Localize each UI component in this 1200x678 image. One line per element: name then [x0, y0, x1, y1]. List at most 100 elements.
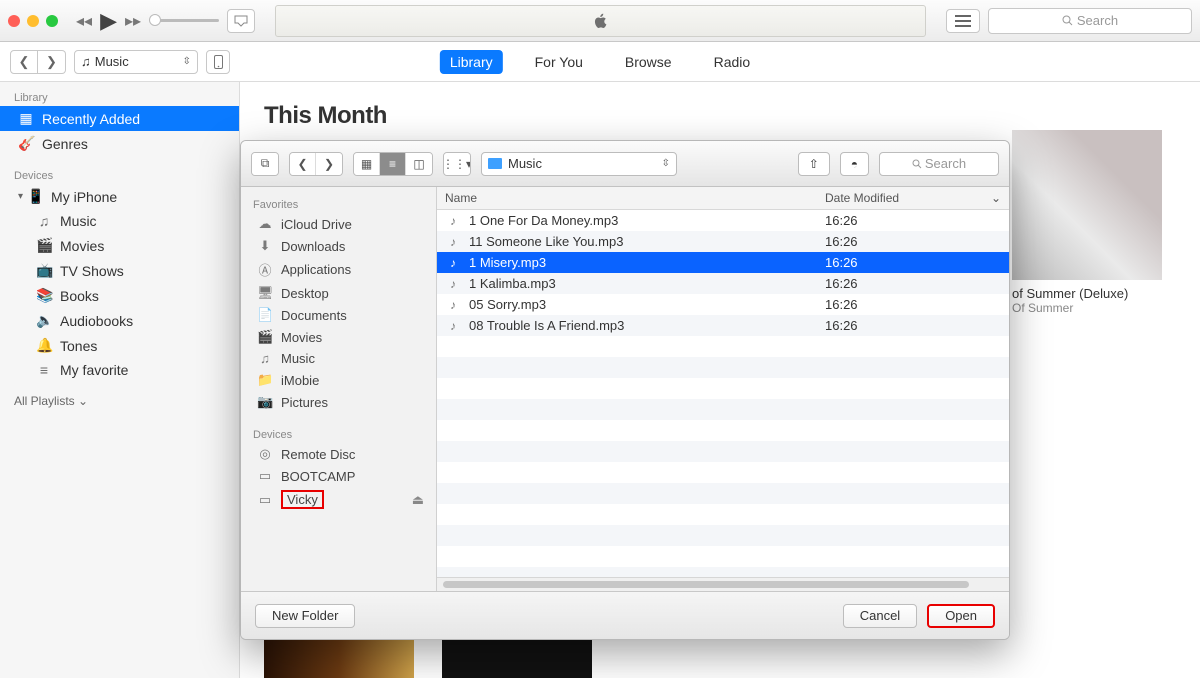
- path-dropdown[interactable]: Music ⇳: [481, 152, 677, 176]
- tab-library[interactable]: Library: [440, 50, 503, 74]
- grid-icon: ▦: [18, 110, 34, 127]
- file-row[interactable]: ♪1 One For Da Money.mp316:26: [437, 210, 1009, 231]
- next-track-icon[interactable]: ▸▸: [125, 11, 141, 31]
- back-button[interactable]: ❮: [10, 50, 38, 74]
- icon-view-button[interactable]: ▦: [354, 153, 380, 175]
- album-thumb[interactable]: [264, 638, 414, 678]
- tab-radio[interactable]: Radio: [704, 50, 761, 74]
- column-view-button[interactable]: ◫: [406, 153, 432, 175]
- history-forward-button[interactable]: ❯: [316, 153, 342, 175]
- column-name[interactable]: Name: [437, 187, 817, 209]
- film-icon: 🎬: [257, 329, 273, 345]
- tags-button[interactable]: ◓: [840, 152, 869, 176]
- file-row[interactable]: ♪05 Sorry.mp316:26: [437, 294, 1009, 315]
- history-back-button[interactable]: ❮: [290, 153, 316, 175]
- sidebar-item-audiobooks[interactable]: 🔈 Audiobooks: [0, 308, 239, 333]
- new-folder-button[interactable]: New Folder: [255, 604, 355, 628]
- device-button[interactable]: [206, 50, 230, 74]
- file-row[interactable]: ♪08 Trouble Is A Friend.mp316:26: [437, 315, 1009, 336]
- chevron-down-icon[interactable]: ⌄: [991, 191, 1001, 205]
- fav-documents[interactable]: 📄Documents: [241, 304, 436, 326]
- sidebar-item-tones[interactable]: 🔔Tones: [0, 333, 239, 358]
- album-thumb[interactable]: [442, 638, 592, 678]
- fav-imobie[interactable]: 📁iMobie: [241, 369, 436, 391]
- book-icon: 📚: [36, 287, 52, 304]
- file-row[interactable]: ♪1 Misery.mp316:26: [437, 252, 1009, 273]
- fav-pictures[interactable]: 📷Pictures: [241, 391, 436, 413]
- audiobook-icon: 🔈: [36, 312, 52, 329]
- file-date: 16:26: [817, 276, 858, 291]
- dev-vicky[interactable]: ▭Vicky⏏: [241, 487, 436, 512]
- file-row[interactable]: ♪1 Kalimba.mp316:26: [437, 273, 1009, 294]
- prev-track-icon[interactable]: ◂◂: [76, 11, 92, 31]
- volume-slider[interactable]: [149, 19, 219, 22]
- fav-icloud-drive[interactable]: ☁iCloud Drive: [241, 213, 436, 235]
- file-name: 1 Misery.mp3: [469, 255, 817, 270]
- fav-music[interactable]: ♫Music: [241, 348, 436, 369]
- sidebar-item-my-favorite[interactable]: ≡My favorite: [0, 358, 239, 382]
- file-row[interactable]: ♪11 Someone Like You.mp316:26: [437, 231, 1009, 252]
- disc-icon: ◎: [257, 446, 273, 462]
- file-icon: ♪: [443, 298, 463, 312]
- close-window-icon[interactable]: [8, 15, 20, 27]
- airplay-button[interactable]: [227, 9, 255, 33]
- desktop-icon: 🖥: [257, 285, 273, 301]
- navigation-bar: ❮ ❯ ♫ Music ⇳ Library For You Browse Rad…: [0, 42, 1200, 82]
- sidebar-toggle[interactable]: ⧉: [251, 152, 279, 176]
- dev-remote-disc[interactable]: ◎Remote Disc: [241, 443, 436, 465]
- dialog-footer: New Folder Cancel Open: [241, 591, 1009, 639]
- arrange-button[interactable]: ⋮⋮▾: [443, 152, 471, 176]
- up-next-button[interactable]: [946, 9, 980, 33]
- open-button[interactable]: Open: [927, 604, 995, 628]
- file-name: 1 One For Da Money.mp3: [469, 213, 817, 228]
- minimize-window-icon[interactable]: [27, 15, 39, 27]
- chevron-down-icon[interactable]: ▾: [18, 191, 23, 202]
- dialog-search-field[interactable]: Search: [879, 152, 999, 176]
- search-field[interactable]: Search: [988, 8, 1192, 34]
- apple-logo-icon: [592, 12, 610, 30]
- sidebar-item-my-iphone[interactable]: ▾ 📱 My iPhone: [0, 184, 239, 209]
- horizontal-scrollbar[interactable]: [437, 577, 1009, 591]
- album-artist: Of Summer: [1012, 301, 1162, 315]
- sidebar-label: My iPhone: [51, 189, 117, 205]
- search-icon: [912, 159, 922, 169]
- sidebar-icon: ⧉: [252, 153, 278, 175]
- titlebar: ◂◂ ▶ ▸▸ Search: [0, 0, 1200, 42]
- lcd-display: [275, 5, 926, 37]
- phone-icon: [214, 55, 223, 69]
- sidebar-item-recently-added[interactable]: ▦ Recently Added: [0, 106, 239, 131]
- eject-icon[interactable]: ⏏: [412, 492, 424, 508]
- file-date: 16:26: [817, 213, 858, 228]
- sidebar-item-music[interactable]: ♫Music: [0, 209, 239, 233]
- file-icon: ♪: [443, 235, 463, 249]
- dev-bootcamp[interactable]: ▭BOOTCAMP: [241, 465, 436, 487]
- play-icon[interactable]: ▶: [100, 8, 117, 34]
- document-icon: 📄: [257, 307, 273, 323]
- fav-downloads[interactable]: ⬇Downloads: [241, 235, 436, 257]
- tab-for-you[interactable]: For You: [525, 50, 593, 74]
- media-picker[interactable]: ♫ Music ⇳: [74, 50, 198, 74]
- sidebar-label: Audiobooks: [60, 313, 133, 329]
- fav-desktop[interactable]: 🖥Desktop: [241, 282, 436, 304]
- file-name: 08 Trouble Is A Friend.mp3: [469, 318, 817, 333]
- forward-button[interactable]: ❯: [38, 50, 66, 74]
- zoom-window-icon[interactable]: [46, 15, 58, 27]
- fav-movies[interactable]: 🎬Movies: [241, 326, 436, 348]
- file-list[interactable]: ♪1 One For Da Money.mp316:26♪11 Someone …: [437, 210, 1009, 577]
- chevron-updown-icon: ⇳: [183, 56, 191, 67]
- all-playlists-toggle[interactable]: All Playlists ⌄: [0, 382, 239, 420]
- empty-row: [437, 336, 1009, 357]
- column-date[interactable]: Date Modified: [825, 191, 899, 205]
- list-view-button[interactable]: ≡: [380, 153, 406, 175]
- sidebar-label: Recently Added: [42, 111, 140, 127]
- cancel-button[interactable]: Cancel: [843, 604, 917, 628]
- sidebar-item-tv-shows[interactable]: 📺TV Shows: [0, 258, 239, 283]
- sidebar-item-books[interactable]: 📚Books: [0, 283, 239, 308]
- tab-browse[interactable]: Browse: [615, 50, 682, 74]
- sidebar-heading-library: Library: [0, 88, 239, 106]
- fav-applications[interactable]: ⒶApplications: [241, 257, 436, 282]
- sidebar-item-movies[interactable]: 🎬Movies: [0, 233, 239, 258]
- share-button[interactable]: ⇧: [798, 152, 830, 176]
- album-card[interactable]: of Summer (Deluxe) Of Summer: [1012, 130, 1162, 315]
- sidebar-item-genres[interactable]: 🎸 Genres: [0, 131, 239, 156]
